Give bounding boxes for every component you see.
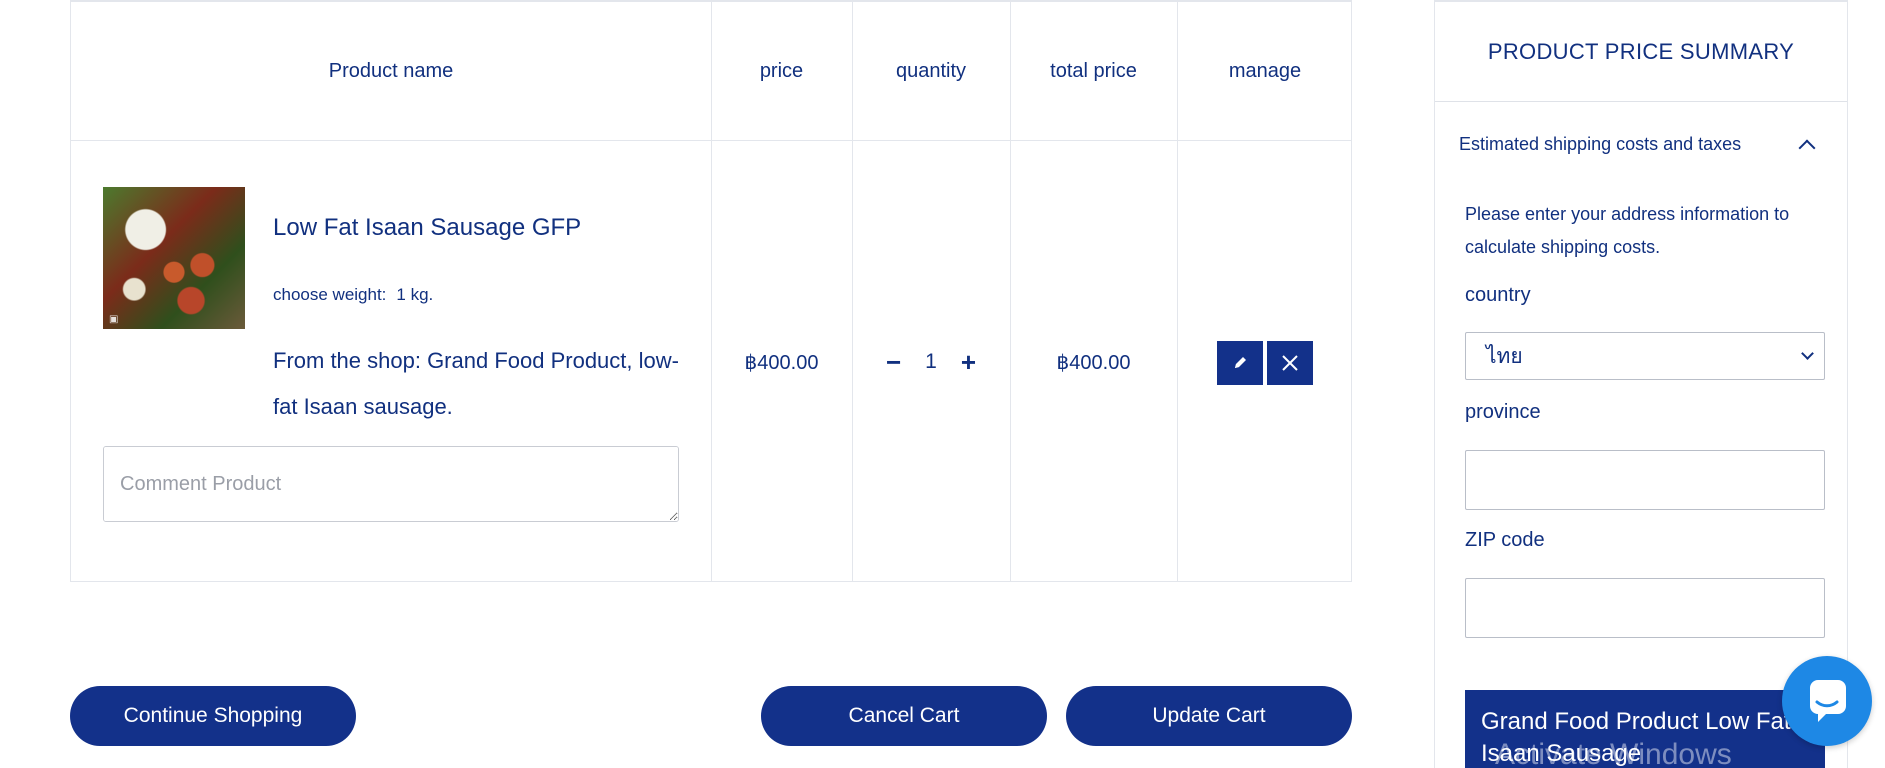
update-cart-button[interactable]: Update Cart: [1066, 686, 1352, 746]
country-label: country: [1465, 284, 1531, 306]
item-total-price: ฿400.00: [1056, 351, 1131, 374]
header-product-name: Product name: [328, 59, 454, 82]
chat-bubble-icon: [1810, 680, 1846, 722]
country-select[interactable]: ไทย: [1465, 332, 1825, 380]
comment-product-input[interactable]: [103, 446, 679, 522]
continue-shopping-button[interactable]: Continue Shopping: [70, 686, 356, 746]
header-quantity: quantity: [895, 59, 967, 82]
price-summary-panel: PRODUCT PRICE SUMMARY Estimated shipping…: [1434, 0, 1848, 768]
zip-input[interactable]: [1465, 578, 1825, 638]
item-price: ฿400.00: [744, 351, 819, 374]
cancel-cart-button[interactable]: Cancel Cart: [761, 686, 1047, 746]
product-thumbnail[interactable]: ▣: [103, 187, 245, 329]
zip-label: ZIP code: [1465, 529, 1545, 551]
country-value: ไทย: [1486, 344, 1523, 368]
province-label: province: [1465, 401, 1541, 423]
accordion-label: Estimated shipping costs and taxes: [1459, 134, 1742, 154]
row-divider: [71, 140, 1351, 141]
increase-quantity-button[interactable]: +: [961, 349, 976, 375]
summary-title: PRODUCT PRICE SUMMARY: [1435, 2, 1847, 102]
header-manage: manage: [1228, 59, 1302, 82]
header-price: price: [759, 59, 804, 82]
chevron-up-icon: [1798, 139, 1816, 156]
delete-item-button[interactable]: [1267, 341, 1313, 385]
edit-item-button[interactable]: [1217, 341, 1263, 385]
quantity-value[interactable]: 1: [925, 350, 937, 374]
chevron-down-icon: [1801, 347, 1814, 360]
option-label: choose weight:: [273, 285, 387, 304]
shop-summary-box: Grand Food Product Low Fat Isaan Sausage: [1465, 690, 1825, 768]
shipping-info-text: Please enter your address information to…: [1465, 204, 1790, 257]
product-option: choose weight: 1 kg.: [273, 285, 433, 305]
pencil-icon: [1235, 357, 1246, 368]
cart-table: Product name price quantity total price …: [70, 0, 1352, 582]
product-description: From the shop: Grand Food Product, low-f…: [273, 348, 679, 419]
chat-button[interactable]: [1782, 656, 1872, 746]
quantity-stepper: − 1 +: [852, 342, 1010, 382]
option-value: 1 kg.: [396, 285, 434, 304]
province-input[interactable]: [1465, 450, 1825, 510]
header-total-price: total price: [1050, 59, 1137, 82]
close-icon: [1282, 355, 1298, 371]
image-watermark-icon: ▣: [109, 314, 119, 325]
product-name[interactable]: Low Fat Isaan Sausage GFP: [273, 214, 581, 242]
decrease-quantity-button[interactable]: −: [886, 349, 901, 375]
shipping-accordion-toggle[interactable]: Estimated shipping costs and taxes: [1459, 134, 1829, 156]
manage-actions: [1177, 340, 1353, 386]
